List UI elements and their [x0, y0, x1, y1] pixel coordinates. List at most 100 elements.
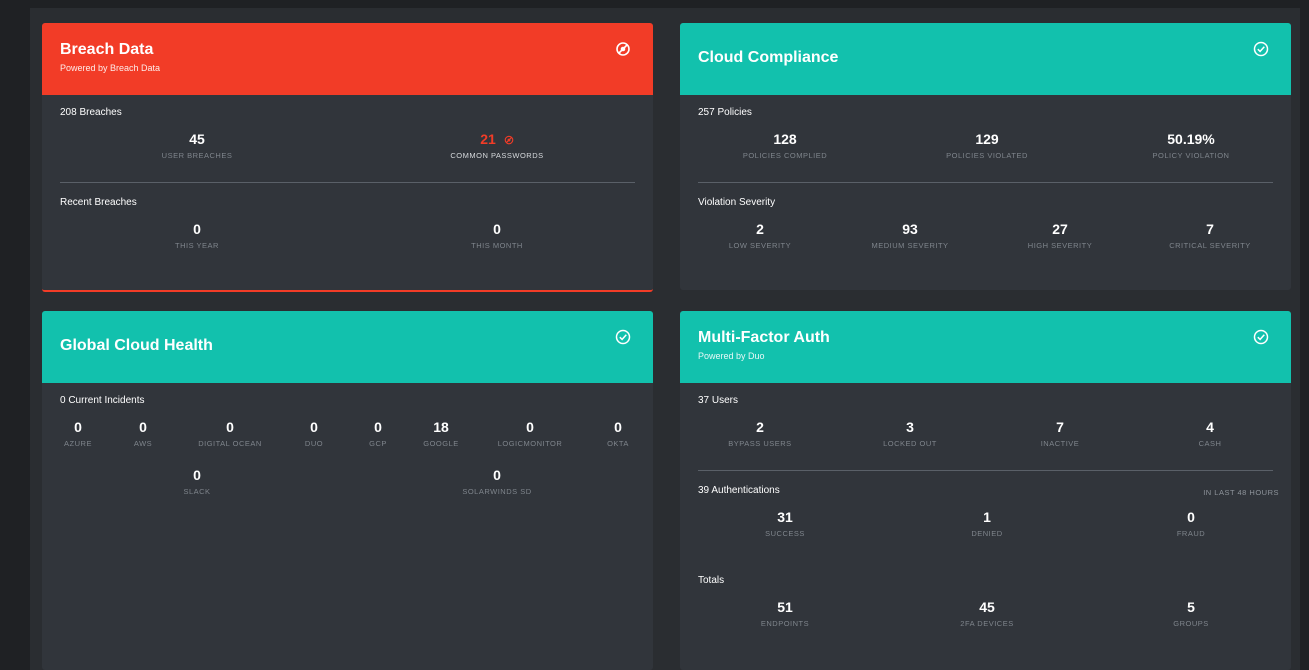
stat-label: SOLARWINDS SD	[462, 487, 532, 496]
inactive-stat[interactable]: 7 INACTIVE	[1000, 419, 1120, 448]
common-passwords-stat[interactable]: 21 COMMON PASSWORDS	[397, 131, 597, 160]
2fa-devices-stat[interactable]: 45 2FA DEVICES	[912, 599, 1062, 628]
google-stat[interactable]: 18 GOOGLE	[414, 419, 468, 448]
check-circle-icon	[1253, 41, 1269, 57]
stat-value-row: 21	[397, 131, 597, 147]
stat-label: 2FA DEVICES	[960, 619, 1014, 628]
stat-value: 0	[526, 419, 534, 435]
section-divider	[698, 182, 1273, 183]
stat-value: 4	[1206, 419, 1214, 435]
stat-label: DENIED	[971, 529, 1003, 538]
denied-stat[interactable]: 1 DENIED	[912, 509, 1062, 538]
stat-label: LOW SEVERITY	[728, 241, 792, 250]
gcp-stat[interactable]: 0 GCP	[353, 419, 403, 448]
stat-label: MEDIUM SEVERITY	[871, 241, 949, 250]
duo-stat[interactable]: 0 DUO	[289, 419, 339, 448]
authentications-label: 39 Authentications	[698, 485, 780, 496]
stat-label: DUO	[304, 439, 324, 448]
stat-value: 0	[493, 467, 501, 483]
global-cloud-health-card[interactable]: Global Cloud Health 0 Current Incidents …	[42, 311, 653, 670]
low-severity-stat[interactable]: 2 LOW SEVERITY	[700, 221, 820, 250]
stat-value: 0	[374, 419, 382, 435]
logicmonitor-stat[interactable]: 0 LOGICMONITOR	[482, 419, 578, 448]
stat-value: 51	[777, 599, 793, 615]
bypass-users-stat[interactable]: 2 BYPASS USERS	[700, 419, 820, 448]
stat-value: 0	[310, 419, 318, 435]
endpoints-stat[interactable]: 51 ENDPOINTS	[710, 599, 860, 628]
medium-severity-stat[interactable]: 93 MEDIUM SEVERITY	[850, 221, 970, 250]
solarwinds-sd-stat[interactable]: 0 SOLARWINDS SD	[447, 467, 547, 496]
multi-factor-auth-title: Multi-Factor Auth	[698, 329, 830, 346]
cloud-compliance-card[interactable]: Cloud Compliance 257 Policies 128 POLICI…	[680, 23, 1291, 290]
stat-label: POLICY VIOLATION	[1152, 151, 1230, 160]
stat-label: THIS YEAR	[175, 241, 219, 250]
multi-factor-auth-header: Multi-Factor Auth Powered by Duo	[680, 311, 1291, 383]
violation-severity-label: Violation Severity	[698, 197, 776, 208]
breach-data-header: Breach Data Powered by Breach Data	[42, 23, 653, 95]
totals-label: Totals	[698, 575, 725, 586]
stat-label: POLICIES VIOLATED	[946, 151, 1028, 160]
success-stat[interactable]: 31 SUCCESS	[710, 509, 860, 538]
cloud-compliance-header: Cloud Compliance	[680, 23, 1291, 95]
global-cloud-health-header: Global Cloud Health	[42, 311, 653, 383]
breach-data-subtitle: Powered by Breach Data	[60, 63, 161, 73]
stat-value: 0	[193, 467, 201, 483]
alert-icon	[616, 42, 630, 56]
locked-out-stat[interactable]: 3 LOCKED OUT	[850, 419, 970, 448]
dashboard-board: Breach Data Powered by Breach Data 208 B…	[30, 8, 1300, 670]
user-breaches-stat[interactable]: 45 USER BREACHES	[97, 131, 297, 160]
check-circle-icon	[615, 329, 631, 345]
stat-label: AWS	[133, 439, 153, 448]
stat-value: 0	[193, 221, 201, 237]
azure-stat[interactable]: 0 AZURE	[52, 419, 104, 448]
okta-stat[interactable]: 0 OKTA	[592, 419, 644, 448]
stat-value: 128	[773, 131, 797, 147]
high-severity-stat[interactable]: 27 HIGH SEVERITY	[1000, 221, 1120, 250]
global-cloud-health-title: Global Cloud Health	[60, 337, 213, 354]
stat-label: CASH	[1198, 439, 1222, 448]
check-circle-icon	[1253, 329, 1269, 345]
breaches-count-label: 208 Breaches	[60, 107, 122, 118]
aws-stat[interactable]: 0 AWS	[117, 419, 169, 448]
stat-value: 18	[433, 419, 449, 435]
stat-value: 2	[756, 419, 764, 435]
stat-label: COMMON PASSWORDS	[450, 151, 544, 160]
section-divider	[60, 182, 635, 183]
stat-label: ENDPOINTS	[760, 619, 810, 628]
this-month-stat[interactable]: 0 THIS MONTH	[397, 221, 597, 250]
fraud-stat[interactable]: 0 FRAUD	[1116, 509, 1266, 538]
critical-severity-stat[interactable]: 7 CRITICAL SEVERITY	[1150, 221, 1270, 250]
stat-label: LOCKED OUT	[883, 439, 937, 448]
this-year-stat[interactable]: 0 THIS YEAR	[97, 221, 297, 250]
groups-stat[interactable]: 5 GROUPS	[1116, 599, 1266, 628]
policies-violated-stat[interactable]: 129 POLICIES VIOLATED	[912, 131, 1062, 160]
stat-value: 0	[1187, 509, 1195, 525]
stat-value: 31	[777, 509, 793, 525]
cash-stat[interactable]: 4 CASH	[1150, 419, 1270, 448]
stat-value: 93	[902, 221, 918, 237]
stat-value: 45	[979, 599, 995, 615]
multi-factor-auth-card[interactable]: Multi-Factor Auth Powered by Duo 37 User…	[680, 311, 1291, 670]
stat-value: 129	[975, 131, 999, 147]
breach-data-card[interactable]: Breach Data Powered by Breach Data 208 B…	[42, 23, 653, 292]
digital-ocean-stat[interactable]: 0 DIGITAL OCEAN	[182, 419, 278, 448]
stat-label: INACTIVE	[1040, 439, 1080, 448]
stat-value: 50.19%	[1167, 131, 1215, 147]
policies-complied-stat[interactable]: 128 POLICIES COMPLIED	[710, 131, 860, 160]
stat-label: SLACK	[183, 487, 211, 496]
stat-value: 1	[983, 509, 991, 525]
stat-value: 0	[614, 419, 622, 435]
stat-value: 5	[1187, 599, 1195, 615]
stat-label: SUCCESS	[765, 529, 805, 538]
recent-breaches-label: Recent Breaches	[60, 197, 137, 208]
policy-violation-stat[interactable]: 50.19% POLICY VIOLATION	[1116, 131, 1266, 160]
breach-data-title: Breach Data	[60, 41, 154, 58]
stat-label: FRAUD	[1176, 529, 1206, 538]
stat-value: 7	[1206, 221, 1214, 237]
alert-icon	[504, 135, 514, 145]
stat-value: 21	[480, 131, 496, 147]
slack-stat[interactable]: 0 SLACK	[147, 467, 247, 496]
stat-value: 45	[189, 131, 205, 147]
stat-value: 0	[226, 419, 234, 435]
multi-factor-auth-subtitle: Powered by Duo	[698, 351, 765, 361]
